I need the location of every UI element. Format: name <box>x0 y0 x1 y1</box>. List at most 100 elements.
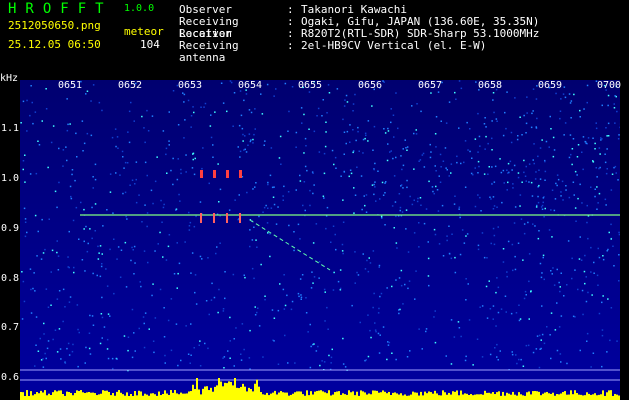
noise-pixel <box>146 225 148 228</box>
noise-pixel <box>566 362 568 365</box>
noise-pixel <box>77 328 79 331</box>
noise-pixel <box>52 338 54 341</box>
noise-pixel <box>548 229 551 231</box>
noise-pixel <box>116 358 118 360</box>
histogram-bar <box>376 390 378 400</box>
noise-pixel <box>528 318 530 320</box>
noise-pixel <box>176 242 178 244</box>
noise-pixel <box>290 308 293 311</box>
noise-pixel <box>219 242 221 244</box>
noise-pixel <box>405 228 407 230</box>
noise-pixel <box>465 278 467 280</box>
noise-pixel <box>91 315 94 317</box>
noise-pixel <box>111 357 114 360</box>
noise-pixel <box>313 184 315 186</box>
noise-pixel <box>556 174 559 176</box>
noise-pixel <box>415 270 417 272</box>
noise-pixel <box>450 257 453 260</box>
noise-pixel <box>557 178 560 181</box>
noise-pixel <box>303 113 305 116</box>
time-tick-label: 0651 <box>58 80 83 91</box>
noise-pixel <box>133 245 136 248</box>
noise-pixel <box>507 172 509 174</box>
histogram-bar <box>50 395 52 400</box>
noise-pixel <box>143 250 146 252</box>
noise-pixel <box>36 255 38 257</box>
noise-pixel <box>395 92 397 94</box>
noise-pixel <box>218 201 220 203</box>
histogram-bar <box>190 391 192 400</box>
histogram-bar <box>64 395 66 400</box>
noise-pixel <box>99 342 102 345</box>
noise-pixel <box>610 189 613 191</box>
noise-pixel <box>222 310 225 312</box>
noise-pixel <box>127 349 129 352</box>
noise-pixel <box>340 175 342 177</box>
noise-pixel <box>245 93 248 95</box>
noise-pixel <box>62 165 64 167</box>
noise-pixel <box>203 106 205 108</box>
histogram-bar <box>270 393 272 400</box>
noise-pixel <box>362 152 364 154</box>
noise-pixel <box>393 227 395 229</box>
noise-pixel <box>510 131 513 134</box>
noise-pixel <box>476 338 479 340</box>
histogram-bar <box>414 392 416 400</box>
histogram-bar <box>350 392 352 400</box>
histogram-bar <box>564 391 566 400</box>
noise-pixel <box>445 167 447 169</box>
noise-pixel <box>597 247 599 250</box>
noise-pixel <box>517 135 519 137</box>
noise-pixel <box>187 353 190 355</box>
noise-pixel <box>549 115 551 118</box>
noise-pixel <box>107 357 110 360</box>
noise-pixel <box>542 197 545 199</box>
histogram-bar <box>442 390 444 400</box>
noise-pixel <box>66 159 68 162</box>
noise-pixel <box>425 328 428 330</box>
noise-pixel <box>495 118 498 120</box>
noise-pixel <box>606 168 608 170</box>
freq-tick-label: 1.0 <box>0 173 19 184</box>
histogram-bar <box>386 393 388 400</box>
noise-pixel <box>278 157 281 159</box>
noise-pixel <box>300 294 302 296</box>
noise-pixel <box>579 183 581 186</box>
histogram-bar <box>102 390 104 400</box>
noise-pixel <box>130 101 132 104</box>
noise-pixel <box>481 305 484 307</box>
noise-pixel <box>339 287 342 290</box>
histogram-bar <box>40 390 42 400</box>
noise-pixel <box>553 284 556 286</box>
histogram-bar <box>282 392 284 400</box>
noise-pixel <box>162 130 165 132</box>
noise-pixel <box>574 316 576 318</box>
histogram-bar <box>220 381 222 400</box>
noise-pixel <box>245 151 248 153</box>
histogram-bar <box>582 395 584 400</box>
noise-pixel <box>558 281 560 284</box>
noise-pixel <box>606 250 608 252</box>
histogram-bar <box>378 392 380 400</box>
noise-pixel <box>353 187 355 189</box>
noise-pixel <box>602 258 605 261</box>
noise-pixel <box>352 151 354 154</box>
noise-pixel <box>532 351 535 354</box>
noise-pixel <box>83 240 85 243</box>
noise-pixel <box>416 103 418 105</box>
noise-pixel <box>252 138 254 141</box>
histogram-bar <box>294 392 296 400</box>
noise-pixel <box>459 216 461 219</box>
noise-pixel <box>349 169 352 171</box>
noise-pixel <box>273 340 275 342</box>
noise-pixel <box>23 300 26 303</box>
noise-pixel <box>180 168 182 171</box>
noise-pixel <box>440 166 442 168</box>
histogram-bar <box>114 395 116 400</box>
noise-pixel <box>535 98 538 100</box>
noise-pixel <box>407 287 409 290</box>
noise-pixel <box>170 298 173 300</box>
noise-pixel <box>34 111 37 113</box>
noise-pixel <box>605 204 607 206</box>
freq-tick-label: 0.8 <box>0 273 19 284</box>
